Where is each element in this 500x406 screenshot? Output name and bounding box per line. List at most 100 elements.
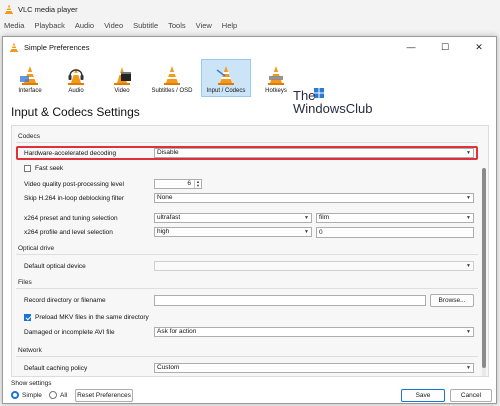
vlc-cone-icon bbox=[10, 42, 18, 52]
watermark-line2: WindowsClub bbox=[293, 101, 373, 116]
group-files: Files bbox=[18, 279, 32, 286]
menu-playback[interactable]: Playback bbox=[34, 21, 64, 30]
category-input-codecs[interactable]: Input / Codecs bbox=[201, 59, 251, 97]
minimize-button[interactable]: — bbox=[394, 37, 428, 57]
category-label: Audio bbox=[68, 88, 84, 94]
menu-view[interactable]: View bbox=[196, 21, 212, 30]
chevron-down-icon: ▼ bbox=[466, 365, 471, 371]
menu-media[interactable]: Media bbox=[4, 21, 24, 30]
settings-panel: Codecs Hardware-accelerated decoding Dis… bbox=[11, 125, 489, 377]
audio-headphones-cone-icon bbox=[68, 68, 84, 85]
hotkeys-cone-icon bbox=[268, 66, 284, 85]
codecs-cone-icon bbox=[216, 66, 234, 85]
vlc-window-title: VLC media player bbox=[18, 4, 78, 14]
chevron-down-icon: ▼ bbox=[466, 329, 471, 335]
menu-video[interactable]: Video bbox=[104, 21, 123, 30]
all-radio-label: All bbox=[60, 392, 68, 399]
hw-decoding-select[interactable]: Disable ▼ bbox=[154, 148, 474, 158]
dialog-title: Simple Preferences bbox=[24, 42, 90, 52]
settings-scrollbar[interactable] bbox=[482, 168, 486, 376]
menu-help[interactable]: Help bbox=[222, 21, 237, 30]
preload-mkv-label: Preload MKV files in the same directory bbox=[35, 314, 149, 321]
chevron-down-icon: ▼ bbox=[466, 195, 471, 201]
cancel-button[interactable]: Cancel bbox=[450, 389, 492, 402]
watermark: The WindowsClub bbox=[293, 89, 372, 115]
group-divider bbox=[16, 288, 478, 289]
browse-button[interactable]: Browse... bbox=[430, 294, 474, 307]
maximize-button[interactable]: ☐ bbox=[428, 37, 462, 57]
menu-subtitle[interactable]: Subtitle bbox=[133, 21, 158, 30]
damaged-avi-label: Damaged or incomplete AVI file bbox=[24, 329, 115, 336]
simple-radio-label: Simple bbox=[22, 392, 42, 399]
fast-seek-label: Fast seek bbox=[35, 165, 64, 172]
x264-preset-label: x264 preset and tuning selection bbox=[24, 215, 118, 222]
vlc-menubar: Media Playback Audio Video Subtitle Tool… bbox=[0, 18, 500, 32]
preferences-dialog: Simple Preferences — ☐ ✕ Interface Audio… bbox=[2, 36, 497, 404]
group-network: Network bbox=[18, 347, 42, 354]
category-label: Subtitles / OSD bbox=[151, 88, 193, 94]
caching-value: Custom bbox=[157, 364, 180, 371]
chevron-down-icon: ▼ bbox=[466, 263, 471, 269]
scrollbar-thumb[interactable] bbox=[482, 168, 486, 368]
group-divider bbox=[16, 254, 478, 255]
category-label: Video bbox=[114, 88, 130, 94]
hw-decoding-label: Hardware-accelerated decoding bbox=[24, 150, 117, 157]
reset-preferences-button[interactable]: Reset Preferences bbox=[75, 389, 133, 402]
group-divider bbox=[16, 356, 478, 357]
caching-select[interactable]: Custom ▼ bbox=[154, 363, 474, 373]
record-field[interactable] bbox=[154, 295, 426, 306]
fast-seek-checkbox[interactable] bbox=[24, 165, 31, 172]
group-optical: Optical drive bbox=[18, 245, 55, 252]
spin-arrows-icon[interactable]: ▲ ▼ bbox=[194, 180, 201, 188]
skip-select[interactable]: None ▼ bbox=[154, 193, 474, 203]
menu-audio[interactable]: Audio bbox=[75, 21, 94, 30]
skip-label: Skip H.264 in-loop deblocking filter bbox=[24, 195, 125, 202]
x264-tune-value: film bbox=[319, 214, 330, 221]
category-video[interactable]: Video bbox=[101, 59, 143, 97]
vq-spinbox[interactable]: 6 ▲ ▼ bbox=[154, 179, 202, 189]
category-subtitles-osd[interactable]: Subtitles / OSD bbox=[147, 59, 197, 97]
category-label: Interface bbox=[18, 88, 42, 94]
group-divider bbox=[16, 142, 478, 143]
save-button[interactable]: Save bbox=[401, 389, 445, 402]
chevron-down-icon: ▼ bbox=[466, 150, 471, 156]
vlc-titlebar: VLC media player bbox=[0, 0, 500, 18]
subtitles-cone-icon bbox=[164, 66, 180, 85]
category-label: Input / Codecs bbox=[206, 88, 246, 94]
chevron-down-icon: ▼ bbox=[304, 229, 309, 235]
category-interface[interactable]: Interface bbox=[9, 59, 51, 97]
x264-profile-select[interactable]: high ▼ bbox=[154, 227, 312, 237]
x264-preset-value: ultrafast bbox=[157, 214, 181, 221]
x264-level-field[interactable]: 0 bbox=[316, 227, 474, 238]
category-audio[interactable]: Audio bbox=[55, 59, 97, 97]
all-radio[interactable] bbox=[49, 391, 57, 399]
show-settings-label: Show settings bbox=[11, 380, 52, 387]
caching-label: Default caching policy bbox=[24, 365, 88, 372]
optical-device-label: Default optical device bbox=[24, 263, 86, 270]
damaged-avi-value: Ask for action bbox=[157, 328, 197, 335]
chevron-down-icon: ▼ bbox=[466, 215, 471, 221]
category-toolbar: Interface Audio Video Subtitles / OSD In… bbox=[9, 59, 297, 97]
hw-decoding-value: Disable bbox=[157, 149, 179, 156]
preload-mkv-checkbox[interactable] bbox=[24, 314, 31, 321]
close-button[interactable]: ✕ bbox=[462, 37, 496, 57]
group-codecs: Codecs bbox=[18, 133, 41, 140]
optical-device-select[interactable]: ▼ bbox=[154, 261, 474, 271]
record-label: Record directory or filename bbox=[24, 297, 106, 304]
vq-value: 6 bbox=[187, 180, 191, 187]
vlc-cone-icon bbox=[5, 4, 13, 14]
damaged-avi-select[interactable]: Ask for action ▼ bbox=[154, 327, 474, 337]
video-clapper-cone-icon bbox=[114, 67, 131, 85]
interface-cone-icon bbox=[20, 66, 38, 85]
category-label: Hotkeys bbox=[265, 88, 287, 94]
skip-value: None bbox=[157, 194, 173, 201]
dialog-titlebar: Simple Preferences — ☐ ✕ bbox=[3, 37, 496, 57]
x264-tune-select[interactable]: film ▼ bbox=[316, 213, 474, 223]
category-hotkeys[interactable]: Hotkeys bbox=[255, 59, 297, 97]
vq-label: Video quality post-processing level bbox=[24, 181, 124, 188]
menu-tools[interactable]: Tools bbox=[168, 21, 186, 30]
x264-preset-select[interactable]: ultrafast ▼ bbox=[154, 213, 312, 223]
page-title: Input & Codecs Settings bbox=[11, 105, 140, 119]
x264-profile-label: x264 profile and level selection bbox=[24, 229, 113, 236]
simple-radio[interactable] bbox=[11, 391, 19, 399]
